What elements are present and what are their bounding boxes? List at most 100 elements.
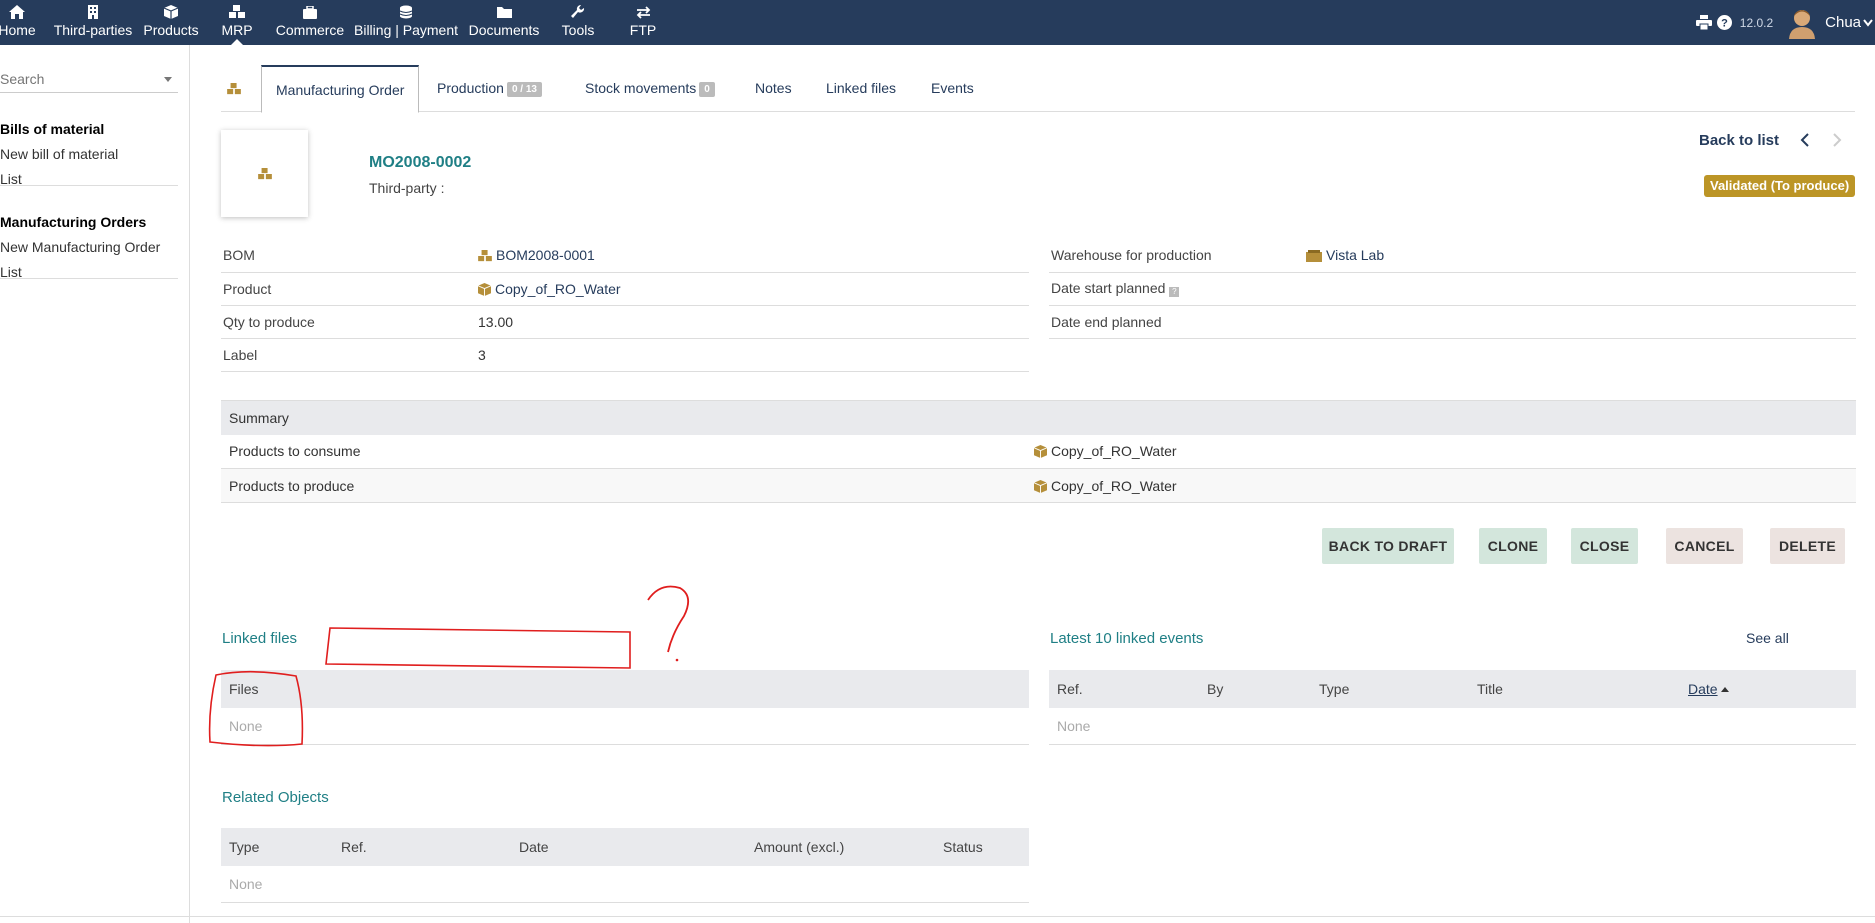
cubes-icon [478,250,492,262]
menu-products[interactable]: Products [143,0,199,45]
related-col-ref: Ref. [333,828,511,866]
events-col-date[interactable]: Date [1680,670,1856,708]
tab-production[interactable]: Production 0 / 13 [437,65,542,112]
exchange-icon [636,3,651,21]
menu-third-parties[interactable]: Third-parties [54,0,132,45]
cubes-icon [257,167,272,179]
fields-left-table: BOM BOM2008-0001 Product Copy_of_RO_Wate… [221,239,1029,372]
sidebar-link-bom-list[interactable]: List [0,167,178,192]
search-input[interactable] [0,67,160,91]
box-icon [1306,250,1322,263]
menu-commerce[interactable]: Commerce [276,0,344,45]
sidebar-link-new-mo[interactable]: New Manufacturing Order [0,235,178,260]
related-col-amount: Amount (excl.) [746,828,935,866]
events-col-title: Title [1469,670,1680,708]
tab-events[interactable]: Events [931,65,974,112]
cancel-button[interactable]: CANCEL [1666,528,1743,564]
back-to-list-link[interactable]: Back to list [1699,132,1779,149]
field-value: 13.00 [476,305,1029,339]
sidebar-title-manufacturing-orders[interactable]: Manufacturing Orders [0,209,178,235]
files-empty: None [221,708,1029,745]
field-label: Date start planned ? [1049,272,1304,306]
sidebar-link-mo-list[interactable]: List [0,260,178,285]
cube-icon [478,282,491,296]
events-col-by: By [1199,670,1311,708]
field-row-product: Product Copy_of_RO_Water [221,272,1029,306]
field-label: Qty to produce [221,305,476,339]
consume-product-link[interactable]: Copy_of_RO_Water [1051,443,1177,459]
summary-value: Copy_of_RO_Water [1026,434,1856,469]
chevron-left-icon[interactable] [1800,133,1810,150]
tab-linked-files[interactable]: Linked files [826,65,896,112]
related-objects-title: Related Objects [222,789,329,806]
field-label: Product [221,272,476,306]
fields-right-table: Warehouse for production Vista Lab Date … [1049,239,1856,339]
tab-mrp-icon[interactable] [227,65,251,112]
folder-icon [496,3,512,21]
menu-documents[interactable]: Documents [469,0,539,45]
related-col-type: Type [221,828,333,866]
cube-icon [1034,479,1047,493]
summary-row: Products to consume Copy_of_RO_Water [221,434,1856,469]
warehouse-link[interactable]: Vista Lab [1326,247,1384,263]
field-row-bom: BOM BOM2008-0001 [221,239,1029,273]
clone-button[interactable]: CLONE [1479,528,1547,564]
building-icon [88,3,98,21]
suitcase-icon [303,3,317,21]
linked-events-title: Latest 10 linked events [1050,630,1204,647]
print-icon[interactable] [1695,15,1712,30]
production-count-badge: 0 / 13 [506,82,542,97]
field-row-qty: Qty to produce 13.00 [221,305,1029,339]
see-all-link[interactable]: See all [1746,630,1789,646]
sidebar-block-bom: Bills of material New bill of material L… [0,116,178,187]
summary-label: Products to consume [221,434,1026,469]
tab-production-label: Production [437,80,504,96]
related-col-status: Status [935,828,1029,866]
chevron-right-icon [1832,133,1842,150]
object-photo [221,130,308,217]
produce-product-link[interactable]: Copy_of_RO_Water [1051,478,1177,494]
tab-notes[interactable]: Notes [755,65,792,112]
close-button[interactable]: CLOSE [1571,528,1638,564]
tab-manufacturing-order[interactable]: Manufacturing Order [261,65,420,113]
field-label: Date end planned [1049,305,1304,339]
summary-table: Summary Products to consume Copy_of_RO_W… [221,400,1856,503]
linked-files-table: Files None [221,670,1029,745]
field-value: Vista Lab [1304,239,1856,273]
user-name[interactable]: Chua [1825,14,1861,31]
sidebar-title-bills-of-material[interactable]: Bills of material [0,116,178,142]
bom-link[interactable]: BOM2008-0001 [496,247,595,263]
menu-tools[interactable]: Tools [561,0,595,45]
coins-icon [399,3,413,21]
cubes-icon [229,3,245,21]
bottom-divider [0,916,1875,917]
date-sort-link[interactable]: Date [1688,681,1718,697]
delete-button[interactable]: DELETE [1770,528,1845,564]
linked-files-title: Linked files [222,630,298,647]
avatar[interactable] [1787,7,1817,39]
menu-home[interactable]: Home [0,0,36,45]
tab-stock-movements[interactable]: Stock movements 0 [585,65,715,112]
menu-mrp[interactable]: MRP [219,0,255,45]
summary-row: Products to produce Copy_of_RO_Water [221,468,1856,503]
sidebar-link-new-bom[interactable]: New bill of material [0,142,178,167]
chevron-down-icon[interactable] [1863,18,1873,27]
events-col-ref: Ref. [1049,670,1199,708]
menu-billing-payment[interactable]: Billing | Payment [354,0,458,45]
sort-up-icon[interactable] [1721,687,1730,692]
field-value: 3 [476,338,1029,372]
version-label: 12.0.2 [1739,15,1774,30]
back-to-draft-button[interactable]: BACK TO DRAFT [1322,528,1454,564]
events-col-type: Type [1311,670,1469,708]
info-icon[interactable]: ? [1169,287,1180,297]
help-icon[interactable]: ? [1716,15,1732,30]
object-ref: MO2008-0002 [369,154,472,171]
cube-icon [1034,445,1047,459]
search-dropdown-caret-icon[interactable] [164,77,172,82]
svg-text:?: ? [1721,18,1728,30]
related-col-date: Date [511,828,746,866]
menu-ftp[interactable]: FTP [628,0,658,45]
related-empty: None [221,866,1029,903]
tab-bar: Manufacturing Order Production 0 / 13 Sto… [221,65,1855,113]
product-link[interactable]: Copy_of_RO_Water [495,281,621,297]
